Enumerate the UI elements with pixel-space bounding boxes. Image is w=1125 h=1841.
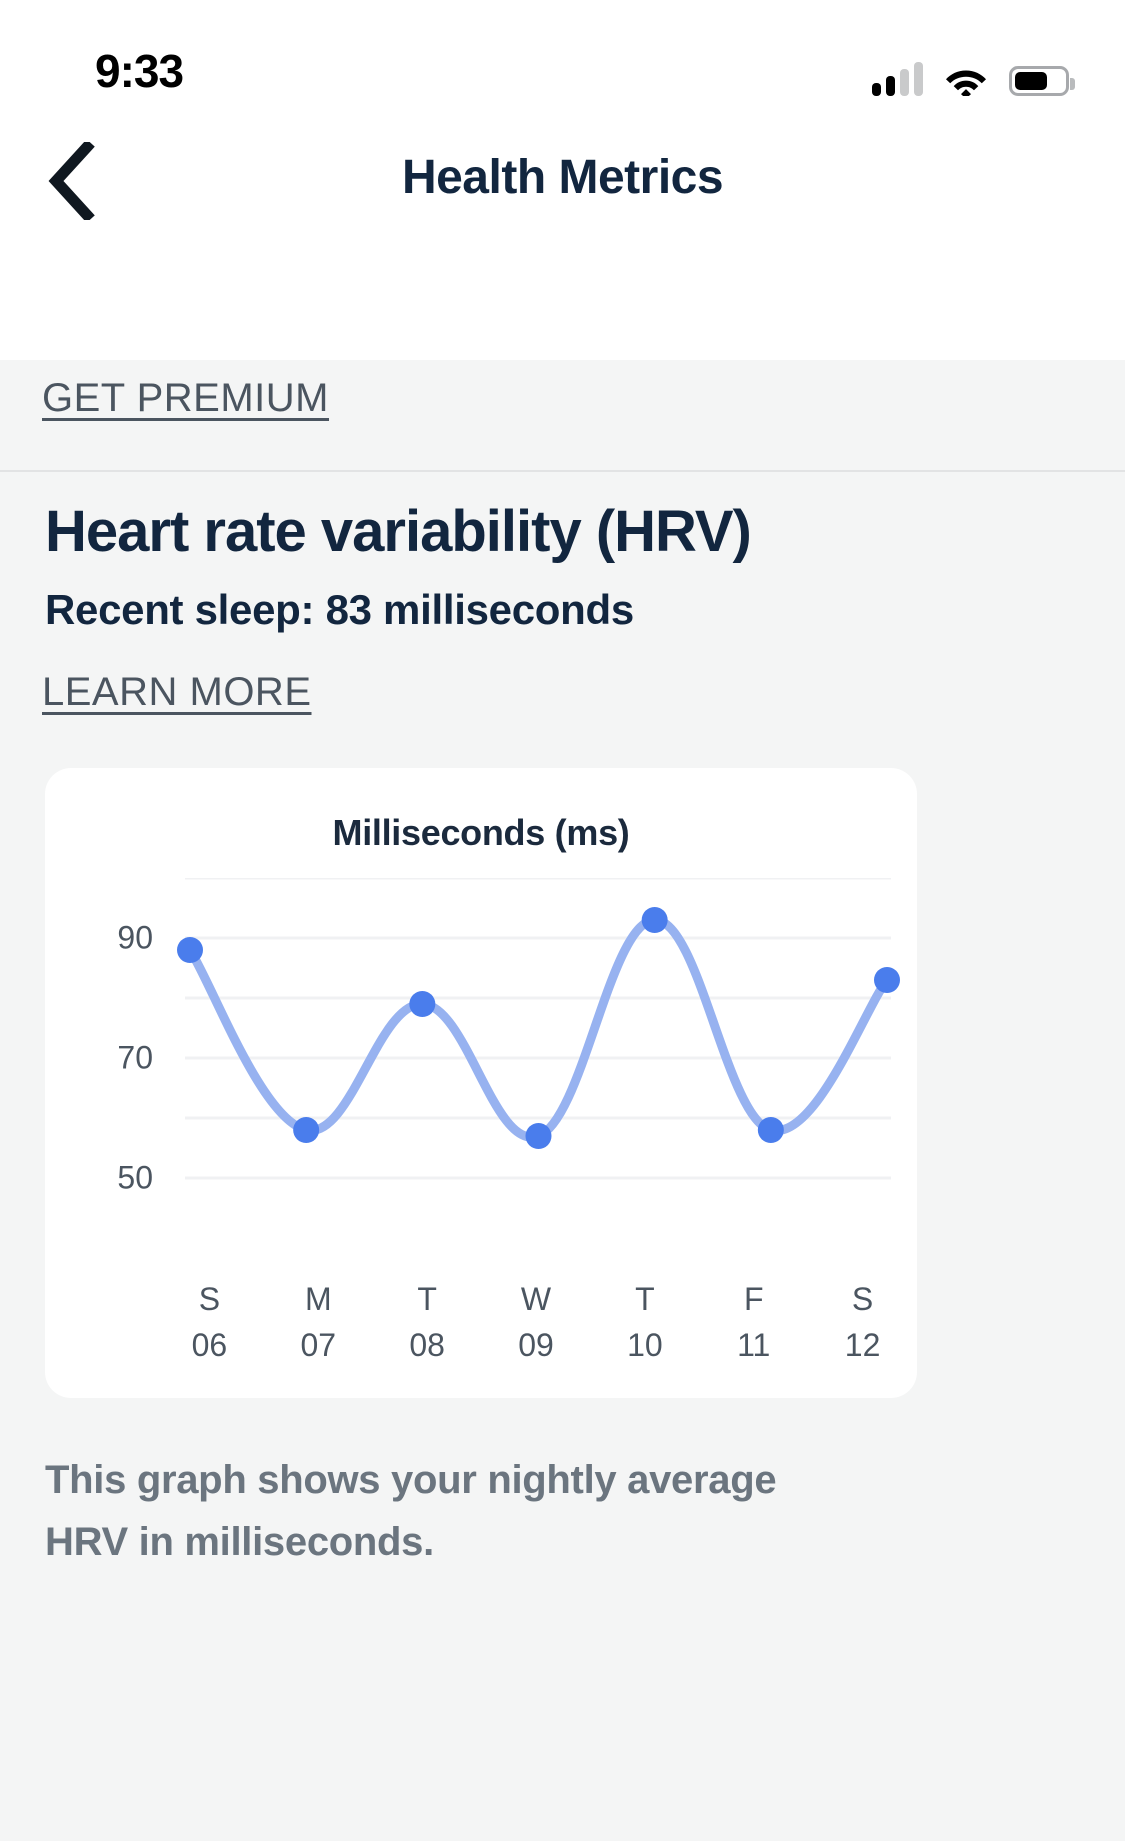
chart-y-axis: 50 70 90 — [45, 878, 165, 1278]
chart-y-tick: 70 — [117, 1040, 153, 1077]
status-bar: 9:33 — [0, 0, 1125, 128]
chart-x-tick-date: 11 — [699, 1322, 808, 1368]
chart-x-tick-day: T — [373, 1276, 482, 1322]
chart-x-tick-day: S — [808, 1276, 917, 1322]
metric-content: Heart rate variability (HRV) Recent slee… — [0, 474, 1125, 1841]
get-premium-link[interactable]: GET PREMIUM — [42, 376, 329, 421]
chart-x-tick: T10 — [590, 1276, 699, 1386]
chart-card: Milliseconds (ms) 507090 S06M07T08W09T10… — [45, 768, 917, 1398]
chart-x-tick-day: S — [155, 1276, 264, 1322]
chart-x-tick: M07 — [264, 1276, 373, 1386]
battery-icon — [1009, 66, 1069, 96]
status-bar-time: 9:33 — [95, 44, 183, 98]
chart-x-tick-date: 08 — [373, 1322, 482, 1368]
metric-heading: Heart rate variability (HRV) — [45, 498, 751, 565]
cellular-signal-icon — [872, 62, 923, 96]
chart-plot-area — [45, 878, 917, 1278]
chart-x-tick-date: 09 — [482, 1322, 591, 1368]
chart-x-tick-date: 06 — [155, 1322, 264, 1368]
chart-y-tick: 50 — [117, 1160, 153, 1197]
status-bar-indicators — [872, 50, 1069, 96]
chart-title: Milliseconds (ms) — [45, 812, 917, 854]
chart-x-tick-date: 10 — [590, 1322, 699, 1368]
chart-x-tick-day: M — [264, 1276, 373, 1322]
page-title: Health Metrics — [0, 150, 1125, 205]
chart-y-tick: 90 — [117, 920, 153, 957]
metric-subheading: Recent sleep: 83 milliseconds — [45, 586, 634, 634]
learn-more-link[interactable]: LEARN MORE — [42, 670, 312, 715]
chart-x-tick-day: F — [699, 1276, 808, 1322]
wifi-icon — [945, 64, 987, 96]
chart-x-tick: T08 — [373, 1276, 482, 1386]
chart-caption: This graph shows your nightly average HR… — [45, 1449, 865, 1573]
chart-x-tick-date: 07 — [264, 1322, 373, 1368]
chart-x-tick: W09 — [482, 1276, 591, 1386]
chart-x-axis: S06M07T08W09T10F11S12 — [155, 1276, 917, 1386]
chart-x-tick-day: W — [482, 1276, 591, 1322]
app-screen: 9:33 Health Metrics — [0, 0, 1125, 1841]
chart-x-tick-day: T — [590, 1276, 699, 1322]
chart-x-tick-date: 12 — [808, 1322, 917, 1368]
chart-x-tick: F11 — [699, 1276, 808, 1386]
chart-x-tick: S06 — [155, 1276, 264, 1386]
navigation-bar: Health Metrics — [0, 128, 1125, 360]
chart-x-tick: S12 — [808, 1276, 917, 1386]
premium-banner: GET PREMIUM — [0, 360, 1125, 472]
